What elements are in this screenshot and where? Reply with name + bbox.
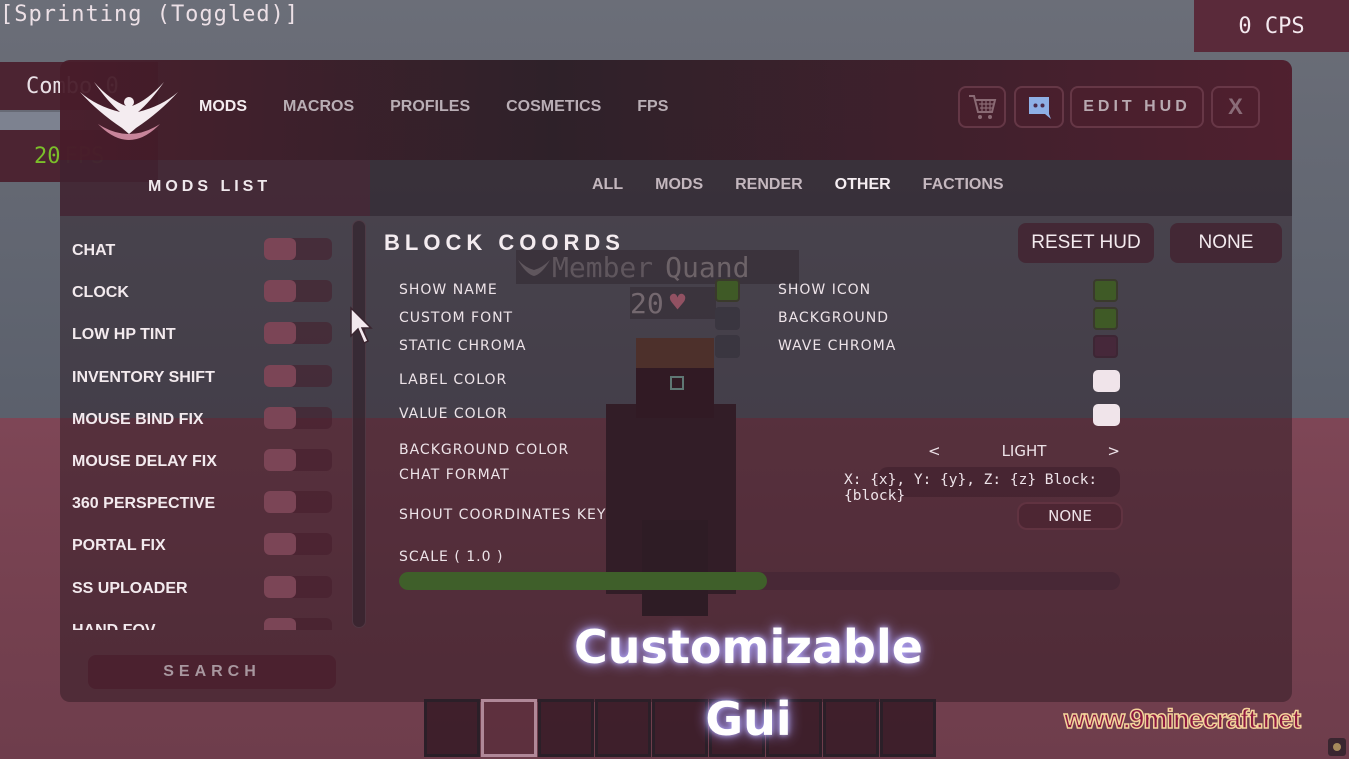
mods-list: CHAT CLOCK LOW HP TINT INVENTORY SHIFT M… bbox=[72, 230, 342, 630]
background-color-value: LIGHT bbox=[1001, 442, 1047, 460]
cps-counter: 0 CPS bbox=[1194, 0, 1349, 52]
tab-macros[interactable]: MACROS bbox=[283, 98, 354, 116]
client-logo-icon bbox=[80, 82, 178, 140]
filter-all[interactable]: ALL bbox=[592, 176, 623, 194]
mod-toggle[interactable] bbox=[264, 238, 332, 260]
mod-label: MOUSE DELAY FIX bbox=[72, 453, 217, 471]
mod-toggle[interactable] bbox=[264, 491, 332, 514]
mod-item-360-perspective[interactable]: 360 PERSPECTIVE bbox=[72, 483, 342, 525]
main-nav: MODS MACROS PROFILES COSMETICS FPS bbox=[199, 98, 704, 116]
mouse-cursor-icon bbox=[350, 306, 373, 345]
shout-key-label: SHOUT COORDINATES KEY bbox=[399, 507, 607, 523]
tab-profiles[interactable]: PROFILES bbox=[390, 98, 470, 116]
wave-chroma-checkbox[interactable] bbox=[1093, 335, 1118, 358]
store-button[interactable] bbox=[958, 86, 1006, 128]
mods-list-title: MODS LIST bbox=[148, 178, 272, 195]
filter-other[interactable]: OTHER bbox=[835, 176, 891, 194]
mod-toggle[interactable] bbox=[264, 575, 332, 598]
filter-mods[interactable]: MODS bbox=[655, 176, 703, 194]
mod-settings-title: BLOCK COORDS bbox=[384, 230, 625, 255]
close-button[interactable]: X bbox=[1211, 86, 1260, 128]
static-chroma-checkbox[interactable] bbox=[715, 335, 740, 358]
scale-slider[interactable] bbox=[399, 572, 1120, 590]
mods-list-scrollbar[interactable] bbox=[352, 220, 366, 628]
category-filters: ALL MODS RENDER OTHER FACTIONS bbox=[592, 176, 1036, 194]
label-color-swatch[interactable] bbox=[1093, 370, 1120, 392]
mod-item-portal-fix[interactable]: PORTAL FIX bbox=[72, 525, 342, 567]
custom-font-checkbox[interactable] bbox=[715, 307, 740, 330]
show-name-checkbox[interactable] bbox=[715, 279, 740, 302]
mod-label: LOW HP TINT bbox=[72, 326, 176, 344]
background-color-label: BACKGROUND COLOR bbox=[399, 442, 570, 458]
mod-label: MOUSE BIND FIX bbox=[72, 410, 204, 428]
mod-label: CHAT bbox=[72, 242, 116, 260]
mod-toggle[interactable] bbox=[264, 448, 332, 471]
watermark: www.9minecraft.net bbox=[1063, 703, 1302, 735]
mod-label: 360 PERSPECTIVE bbox=[72, 495, 216, 513]
value-color-swatch[interactable] bbox=[1093, 404, 1120, 426]
mod-item-chat[interactable]: CHAT bbox=[72, 230, 342, 272]
chat-format-label: CHAT FORMAT bbox=[399, 467, 510, 483]
background-color-selector: < LIGHT > bbox=[928, 442, 1120, 460]
mod-item-ss-uploader[interactable]: SS UPLOADER bbox=[72, 568, 342, 610]
filter-factions[interactable]: FACTIONS bbox=[923, 176, 1004, 194]
mod-toggle[interactable] bbox=[264, 406, 332, 429]
mod-toggle[interactable] bbox=[264, 322, 332, 345]
corner-status-icon bbox=[1328, 738, 1346, 756]
chat-format-input[interactable]: X: {x}, Y: {y}, Z: {z} Block: {block} bbox=[844, 472, 1149, 504]
mod-toggle[interactable] bbox=[264, 364, 332, 387]
previous-option-button[interactable]: < bbox=[928, 442, 941, 460]
shout-key-button[interactable]: NONE bbox=[1017, 502, 1123, 530]
label-color-label: LABEL COLOR bbox=[399, 372, 508, 388]
none-button[interactable]: NONE bbox=[1170, 223, 1282, 263]
tab-cosmetics[interactable]: COSMETICS bbox=[506, 98, 601, 116]
background-label: BACKGROUND bbox=[778, 310, 889, 326]
value-color-label: VALUE COLOR bbox=[399, 406, 508, 422]
wave-chroma-label: WAVE CHROMA bbox=[778, 338, 897, 354]
mod-item-low-hp-tint[interactable]: LOW HP TINT bbox=[72, 314, 342, 356]
background-checkbox[interactable] bbox=[1093, 307, 1118, 330]
show-name-label: SHOW NAME bbox=[399, 282, 498, 298]
shopping-cart-icon bbox=[969, 95, 997, 119]
caption-line-1: Customizable bbox=[574, 620, 923, 674]
discord-button[interactable] bbox=[1014, 86, 1064, 128]
mod-toggle[interactable] bbox=[264, 280, 332, 303]
mod-label: CLOCK bbox=[72, 284, 129, 302]
show-icon-label: SHOW ICON bbox=[778, 282, 872, 298]
edit-hud-button[interactable]: EDIT HUD bbox=[1070, 86, 1204, 128]
discord-icon bbox=[1029, 97, 1051, 119]
show-icon-checkbox[interactable] bbox=[1093, 279, 1118, 302]
mod-label: SS UPLOADER bbox=[72, 579, 188, 597]
reset-hud-button[interactable]: RESET HUD bbox=[1018, 223, 1154, 263]
tab-mods[interactable]: MODS bbox=[199, 98, 247, 116]
mod-toggle[interactable] bbox=[264, 533, 332, 556]
hud-divider bbox=[0, 112, 60, 130]
sprint-status: [Sprinting (Toggled)] bbox=[0, 2, 300, 27]
fps-value: 20 bbox=[34, 143, 61, 169]
static-chroma-label: STATIC CHROMA bbox=[399, 338, 527, 354]
scale-label: SCALE ( 1.0 ) bbox=[399, 549, 504, 565]
filter-render[interactable]: RENDER bbox=[735, 176, 803, 194]
custom-font-label: CUSTOM FONT bbox=[399, 310, 514, 326]
next-option-button[interactable]: > bbox=[1107, 442, 1120, 460]
mod-item-inventory-shift[interactable]: INVENTORY SHIFT bbox=[72, 357, 342, 399]
mod-item-mouse-bind-fix[interactable]: MOUSE BIND FIX bbox=[72, 399, 342, 441]
tab-fps[interactable]: FPS bbox=[637, 98, 668, 116]
scale-slider-fill bbox=[399, 572, 767, 590]
mod-item-mouse-delay-fix[interactable]: MOUSE DELAY FIX bbox=[72, 441, 342, 483]
mod-item-clock[interactable]: CLOCK bbox=[72, 272, 342, 314]
mod-label: PORTAL FIX bbox=[72, 537, 166, 555]
mod-label: INVENTORY SHIFT bbox=[72, 368, 215, 386]
